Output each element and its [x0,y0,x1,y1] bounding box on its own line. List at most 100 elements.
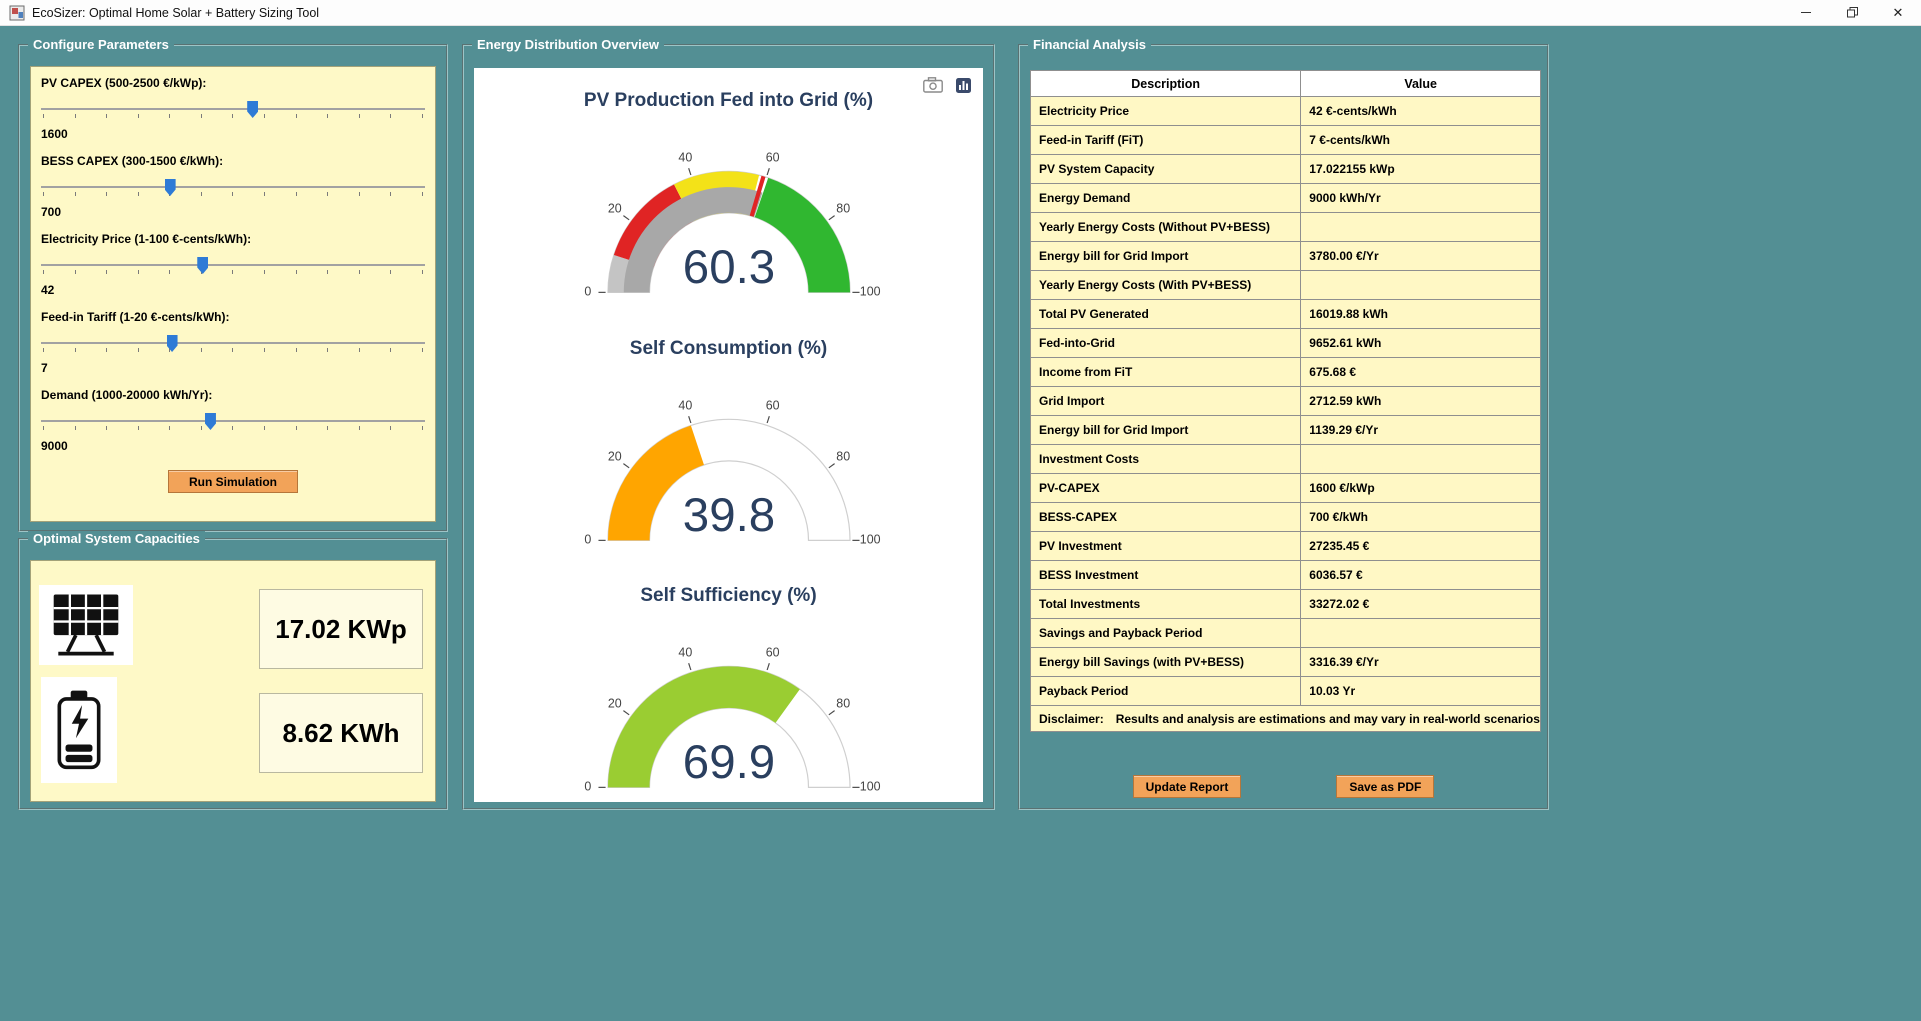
financial-buttons: Update Report Save as PDF [1020,775,1547,798]
gauge-3: Self Sufficiency (%) 0 20 40 60 80 100 69.9 [551,585,907,809]
configure-form: PV CAPEX (500-2500 €/kWp): 1600 BESS CAPEX… [30,66,436,522]
row-description: Investment Costs [1029,444,1302,474]
run-simulation-button[interactable]: Run Simulation [168,470,298,493]
feed-in-tariff-value: 7 [41,361,48,375]
svg-text:100: 100 [859,285,880,299]
gauge-chart: 0 20 40 60 80 100 60.3 [584,150,880,299]
electricity-price-slider[interactable] [41,256,425,278]
bess-icon-tile [41,677,117,783]
row-description: Yearly Energy Costs (Without PV+BESS) [1029,212,1302,242]
row-value: 675.68 € [1300,357,1541,387]
svg-text:100: 100 [859,780,880,794]
maximize-button[interactable] [1829,0,1875,26]
row-value [1300,444,1541,474]
row-value: 7 €-cents/kWh [1300,125,1541,155]
gauge-chart: 0 20 40 60 80 100 69.9 [584,646,880,794]
update-report-button[interactable]: Update Report [1132,775,1242,798]
row-value: 1139.29 €/Yr [1300,415,1541,445]
svg-text:80: 80 [836,697,850,711]
feed-in-tariff-block: Feed-in Tariff (1-20 €-cents/kWh): 7 [41,298,425,376]
row-value: 9652.61 kWh [1300,328,1541,358]
svg-text:100: 100 [859,532,880,546]
slider-ticks [43,270,423,274]
row-value: 16019.88 kWh [1300,299,1541,329]
row-description: Energy bill for Grid Import [1029,415,1302,445]
row-value: 17.022155 kWp [1300,154,1541,184]
demand-value: 9000 [41,439,68,453]
svg-text:0: 0 [584,285,591,299]
energy-panel-title: Energy Distribution Overview [472,37,665,53]
table-header-cell: Description [1029,70,1302,97]
optimal-capacities-panel: Optimal System Capacities 17.02 KWp 8.62… [18,531,448,810]
row-value [1300,212,1541,242]
table-row: BESS Investment 6036.57 € [1029,560,1541,590]
gauge-2: Self Consumption (%) 0 20 40 60 80 100 39.8 [551,338,907,562]
svg-text:60: 60 [765,646,779,660]
gauge-title: Self Sufficiency (%) [640,585,817,607]
slider-track[interactable] [41,420,425,422]
disclaimer-text: Results and analysis are estimations and… [1115,711,1540,726]
row-description: Energy bill for Grid Import [1029,241,1302,271]
table-row: BESS-CAPEX 700 €/kWh [1029,502,1541,532]
plotly-logo-icon[interactable] [956,77,971,93]
electricity-price-block: Electricity Price (1-100 €-cents/kWh): 42 [41,220,425,298]
window-title: EcoSizer: Optimal Home Solar + Battery S… [32,5,320,20]
save-pdf-button[interactable]: Save as PDF [1336,775,1435,798]
gauge-value: 69.9 [682,736,774,789]
slider-track[interactable] [41,186,425,188]
bess-capex-block: BESS CAPEX (300-1500 €/kWh): 700 [41,142,425,220]
slider-ticks [43,192,423,196]
pv-capex-slider[interactable] [41,100,425,122]
demand-slider[interactable] [41,412,425,434]
row-value: 27235.45 € [1300,531,1541,561]
capacities-panel-title: Optimal System Capacities [28,531,205,547]
close-button[interactable]: ✕ [1875,0,1921,26]
table-row: Feed-in Tariff (FiT) 7 €-cents/kWh [1029,125,1541,155]
row-description: PV System Capacity [1029,154,1302,184]
table-header-row: Description Value [1029,70,1541,97]
row-value: 3780.00 €/Yr [1300,241,1541,271]
slider-track[interactable] [41,108,425,110]
pv-capex-block: PV CAPEX (500-2500 €/kWp): 1600 [41,67,425,142]
slider-ticks [43,426,423,430]
minimize-button[interactable] [1783,0,1829,26]
restore-icon [1846,7,1858,18]
table-row: Yearly Energy Costs (Without PV+BESS) [1029,212,1541,242]
table-row: Savings and Payback Period [1029,618,1541,648]
table-row: Electricity Price 42 €-cents/kWh [1029,96,1541,126]
svg-text:0: 0 [584,780,591,794]
bess-capex-slider[interactable] [41,178,425,200]
row-description: Fed-into-Grid [1029,328,1302,358]
row-description: PV Investment [1029,531,1302,561]
row-description: Feed-in Tariff (FiT) [1029,125,1302,155]
gauge-title: PV Production Fed into Grid (%) [583,90,874,111]
row-description: Income from FiT [1029,357,1302,387]
chart-canvas: PV Production Fed into Grid (%) 0 20 40 60 80… [474,68,983,802]
close-icon: ✕ [1892,4,1904,20]
row-value: 9000 kWh/Yr [1300,183,1541,213]
electricity-price-label: Electricity Price (1-100 €-cents/kWh): [41,232,252,246]
row-value: 42 €-cents/kWh [1300,96,1541,126]
table-row: Fed-into-Grid 9652.61 kWh [1029,328,1541,358]
demand-label: Demand (1000-20000 kWh/Yr): [41,388,213,402]
gauge-title: Self Consumption (%) [629,337,828,359]
chart-modebar [923,77,971,93]
row-value: 10.03 Yr [1300,676,1541,706]
row-description: BESS Investment [1029,560,1302,590]
svg-text:80: 80 [836,449,850,463]
slider-track[interactable] [41,264,425,266]
feed-in-tariff-slider[interactable] [41,334,425,356]
table-row: Energy bill for Grid Import 3780.00 €/Yr [1029,241,1541,271]
table-row: Energy bill for Grid Import 1139.29 €/Yr [1029,415,1541,445]
table-header-cell: Value [1300,70,1541,97]
disclaimer-cell: Disclaimer: Results and analysis are esti… [1030,705,1541,732]
electricity-price-value: 42 [41,283,55,297]
camera-icon[interactable] [923,77,943,93]
row-description: Energy Demand [1029,183,1302,213]
capacities-body: 17.02 KWp 8.62 KWh [30,560,436,802]
row-value [1300,618,1541,648]
svg-text:0: 0 [584,532,591,546]
slider-track[interactable] [41,342,425,344]
table-row: Total Investments 33272.02 € [1029,589,1541,619]
row-value: 700 €/kWh [1300,502,1541,532]
